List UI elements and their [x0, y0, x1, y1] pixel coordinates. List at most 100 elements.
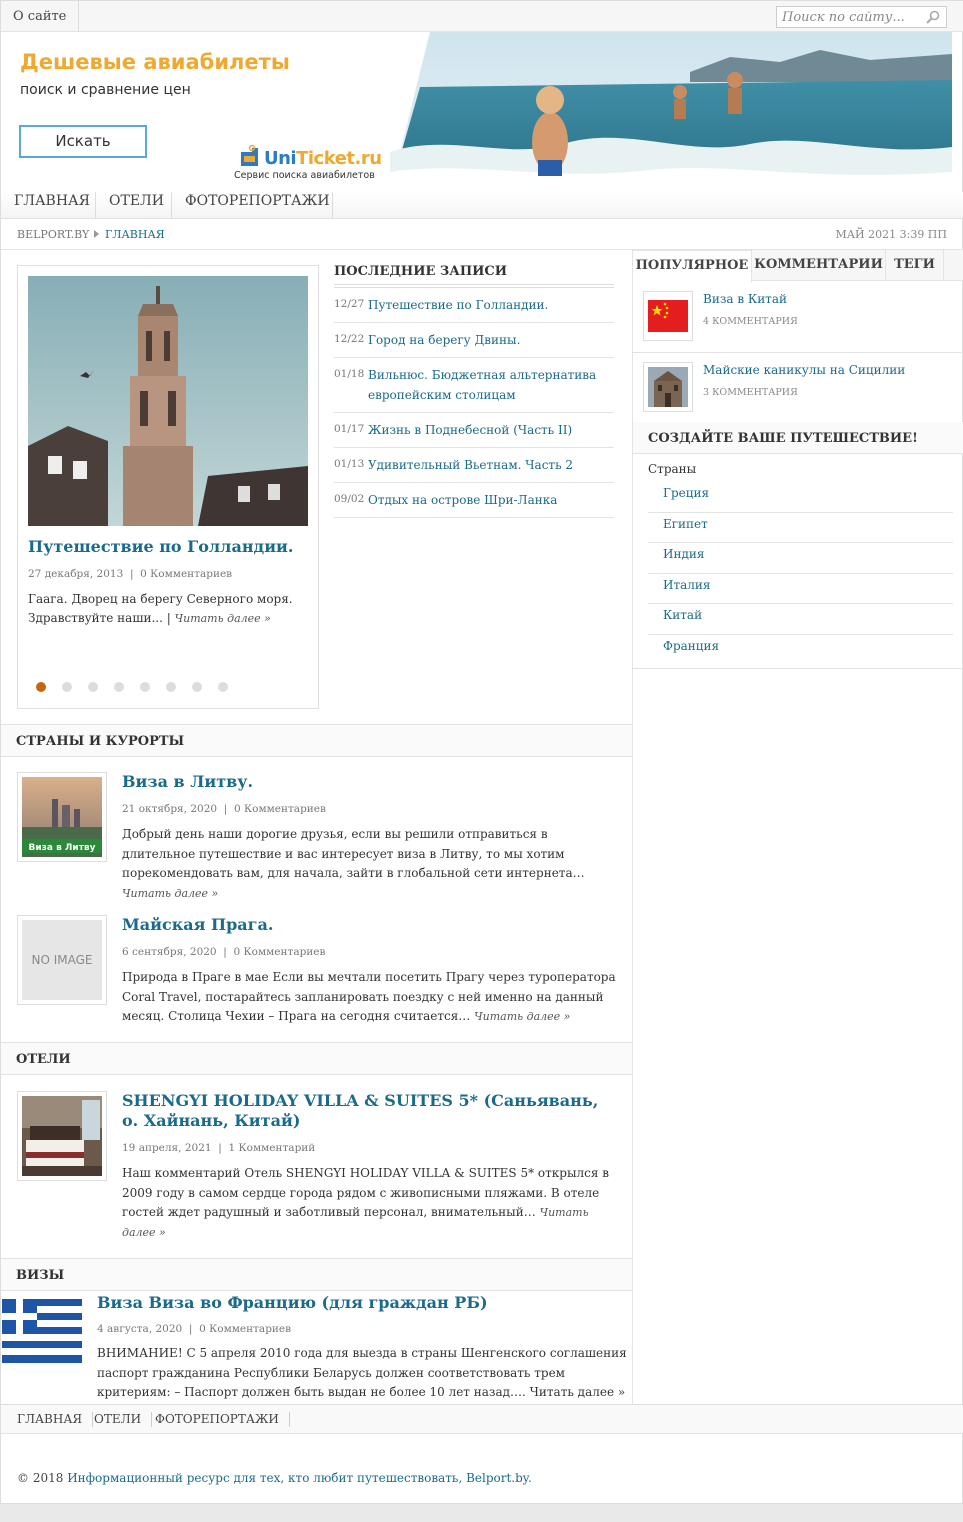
featured-meta: 27 декабря, 2013 | 0 Комментариев	[28, 568, 233, 580]
footer-site-link[interactable]: Информационный ресурс для тех, кто любит…	[67, 1471, 532, 1485]
latest-post-item: 01/17 Жизнь в Поднебесной (Часть II)	[334, 413, 614, 448]
top-bar: О сайте	[1, 1, 963, 32]
latest-post-link[interactable]: Путешествие по Голландии.	[368, 298, 548, 312]
slider-dot[interactable]	[62, 682, 72, 692]
featured-excerpt: Гаага. Дворец на берегу Северного моря. …	[28, 592, 293, 625]
footer-nav-home[interactable]: ГЛАВНАЯ	[17, 1412, 94, 1427]
latest-post-link[interactable]: Город на берегу Двины.	[368, 333, 520, 347]
nav-hotels[interactable]: ОТЕЛИ	[96, 192, 172, 218]
footer-nav-photoreports[interactable]: ФОТОРЕПОРТАЖИ	[155, 1412, 290, 1427]
latest-post-link[interactable]: Удивительный Вьетнам. Часть 2	[368, 458, 573, 472]
china-flag-icon	[648, 300, 688, 332]
post-meta: 4 августа, 2020 | 0 Комментариев	[97, 1323, 292, 1335]
search-icon[interactable]	[926, 10, 940, 24]
about-link[interactable]: О сайте	[1, 1, 80, 32]
right-sidebar: ПОПУЛЯРНОЕ КОММЕНТАРИИ ТЕГИ Виза в Китай…	[632, 250, 963, 1405]
vilnius-thumb: Виза в Литву	[22, 777, 102, 857]
breadcrumb-site[interactable]: BELPORT.BY	[17, 228, 89, 241]
popular-thumb[interactable]	[643, 362, 693, 412]
create-trip-heading: СОЗДАЙТЕ ВАШЕ ПУТЕШЕСТВИЕ!	[648, 431, 918, 446]
post-thumb[interactable]: Виза в Литву	[17, 772, 107, 862]
slider-dot[interactable]	[140, 682, 150, 692]
post-title[interactable]: Майская Прага.	[122, 915, 617, 935]
countries-list: Страны Греция Египет Индия Италия Китай Франц…	[648, 462, 953, 665]
section-visas-heading: ВИЗЫ	[1, 1258, 632, 1291]
logo-brand: UniTicket.ru	[264, 148, 382, 169]
post-meta: 21 октября, 2020 | 0 Комментариев	[122, 803, 326, 815]
latest-posts: ПОСЛЕДНИЕ ЗАПИСИ 12/27 Путешествие по Гол…	[334, 263, 614, 518]
country-link[interactable]: Египет	[663, 517, 708, 531]
post-thumb[interactable]: NO IMAGE	[17, 915, 107, 1005]
popular-title[interactable]: Виза в Китай	[703, 292, 787, 306]
tab-comments[interactable]: КОММЕНТАРИИ	[752, 250, 886, 281]
ad-banner[interactable]: Дешевые авиабилеты поиск и сравнение цен…	[2, 32, 952, 192]
countries-label: Страны	[648, 462, 697, 476]
featured-read-more[interactable]: Читать далее »	[175, 612, 271, 625]
post-meta: 19 апреля, 2021 | 1 Комментарий	[122, 1142, 316, 1154]
post-title[interactable]: Виза Виза во Францию (для граждан РБ)	[97, 1293, 488, 1312]
nav-home[interactable]: ГЛАВНАЯ	[1, 192, 96, 218]
popular-thumb[interactable]	[643, 291, 693, 341]
read-more-link[interactable]: Читать далее »	[474, 1010, 570, 1023]
featured-image[interactable]	[28, 276, 308, 526]
country-item: Франция	[648, 635, 953, 666]
country-link[interactable]: Греция	[663, 486, 709, 500]
latest-post-date: 09/02	[334, 493, 365, 505]
latest-post-link[interactable]: Жизнь в Поднебесной (Часть II)	[368, 423, 572, 437]
latest-post-link[interactable]: Отдых на острове Шри-Ланка	[368, 493, 557, 507]
slider-dot[interactable]	[218, 682, 228, 692]
sidebar-divider	[633, 668, 963, 669]
country-item: Китай	[648, 604, 953, 635]
create-trip-widget: СОЗДАЙТЕ ВАШЕ ПУТЕШЕСТВИЕ!	[633, 422, 963, 454]
post-thumb[interactable]	[17, 1091, 107, 1181]
tab-tags[interactable]: ТЕГИ	[886, 250, 944, 281]
popular-title[interactable]: Майские каникулы на Сицилии	[703, 363, 905, 377]
featured-slider: Путешествие по Голландии. 27 декабря, 20…	[17, 265, 319, 709]
post-excerpt: Наш комментарий Отель SHENGYI HOLIDAY VI…	[122, 1166, 609, 1239]
no-image-placeholder: NO IMAGE	[22, 920, 102, 1000]
post-excerpt: ВНИМАНИЕ! С 5 апреля 2010 года для выезд…	[97, 1346, 627, 1399]
popular-comments: 3 КОММЕНТАРИЯ	[703, 387, 798, 398]
country-link[interactable]: Франция	[663, 639, 719, 653]
popular-comments: 4 КОММЕНТАРИЯ	[703, 316, 798, 327]
featured-title[interactable]: Путешествие по Голландии.	[28, 537, 294, 556]
section-hotels-heading: ОТЕЛИ	[1, 1042, 632, 1075]
country-item: Италия	[648, 574, 953, 604]
post-title[interactable]: Виза в Литву.	[122, 772, 617, 792]
breadcrumb: BELPORT.BY ГЛАВНАЯ МАЙ 2021 3:39 ПП	[1, 219, 963, 250]
search-input[interactable]	[777, 7, 917, 27]
country-link[interactable]: Китай	[663, 608, 702, 622]
section-countries-heading: СТРАНЫ И КУРОРТЫ	[1, 724, 632, 757]
slider-dot[interactable]	[36, 682, 46, 692]
popular-item: Майские каникулы на Сицилии 3 КОММЕНТАРИ…	[633, 353, 963, 424]
nav-photoreports[interactable]: ФОТОРЕПОРТАЖИ	[172, 192, 333, 218]
country-link[interactable]: Италия	[663, 578, 710, 592]
slider-dot[interactable]	[192, 682, 202, 692]
slider-dot[interactable]	[88, 682, 98, 692]
breadcrumb-arrow-icon	[94, 230, 99, 238]
beach-photo	[390, 32, 952, 192]
copyright: © 2018 Информационный ресурс для тех, кт…	[17, 1471, 532, 1485]
popular-item: Виза в Китай 4 КОММЕНТАРИЯ	[633, 282, 963, 353]
tab-popular[interactable]: ПОПУЛЯРНОЕ	[633, 250, 752, 282]
footer-nav-hotels[interactable]: ОТЕЛИ	[94, 1412, 153, 1427]
country-link[interactable]: Индия	[663, 547, 704, 561]
logo-tagline: Сервис поиска авиабилетов	[234, 170, 375, 181]
latest-post-date: 12/22	[334, 333, 365, 345]
latest-post-date: 01/18	[334, 368, 365, 380]
banner-search-button[interactable]: Искать	[19, 125, 147, 158]
read-more-link[interactable]: Читать далее »	[122, 887, 218, 900]
breadcrumb-current[interactable]: ГЛАВНАЯ	[105, 228, 165, 241]
greece-flag-icon[interactable]	[2, 1299, 82, 1363]
sicily-church-thumb	[648, 367, 688, 407]
country-item: Греция	[648, 482, 953, 513]
post-title[interactable]: SHENGYI HOLIDAY VILLA & SUITES 5* (Санья…	[122, 1091, 617, 1131]
slider-dot[interactable]	[114, 682, 124, 692]
latest-post-item: 12/27 Путешествие по Голландии.	[334, 288, 614, 323]
latest-post-date: 01/17	[334, 423, 365, 435]
latest-post-item: 12/22 Город на берегу Двины.	[334, 323, 614, 358]
latest-post-item: 09/02 Отдых на острове Шри-Ланка	[334, 483, 614, 518]
slider-dot[interactable]	[166, 682, 176, 692]
footer-nav: ГЛАВНАЯ ОТЕЛИ ФОТОРЕПОРТАЖИ	[1, 1404, 963, 1434]
latest-post-link[interactable]: Вильнюс. Бюджетная альтернатива европейс…	[368, 368, 596, 402]
